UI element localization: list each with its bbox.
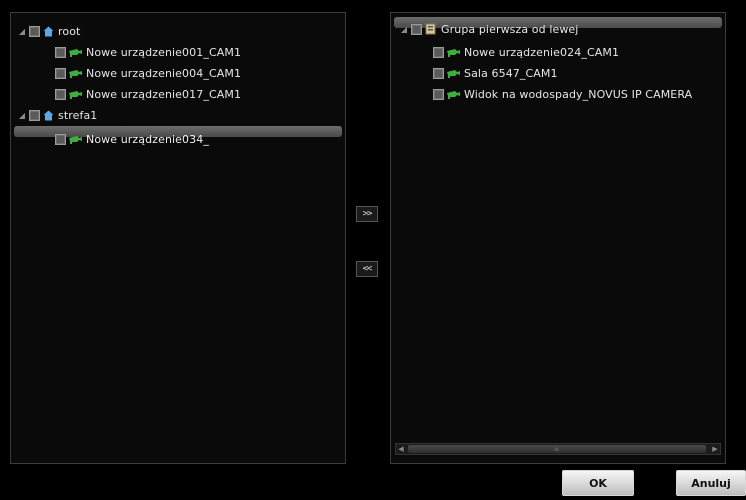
camera-icon [447,48,460,57]
scroll-right-icon[interactable]: ▶ [710,445,720,453]
tree-node-label: root [58,24,81,38]
camera-icon [69,135,82,144]
tree-node-label: Widok na wodospady_NOVUS IP CAMERA [464,87,693,101]
ok-button[interactable]: OK [562,470,634,496]
tree-node-label: Nowe urządzenie001_CAM1 [86,45,242,59]
home-icon [43,110,54,121]
camera-icon [69,69,82,78]
group-icon [425,23,437,35]
checkbox[interactable] [29,109,40,121]
tree-node-label: Nowe urządzenie034_ [86,132,209,146]
checkbox[interactable] [55,46,66,58]
tree-node-camera[interactable]: Widok na wodospady_NOVUS IP CAMERA [433,84,692,104]
tree-node-label: Nowe urządzenie004_CAM1 [86,66,242,80]
tree-node-root[interactable]: ◢ strefa1 [17,105,97,125]
checkbox[interactable] [433,88,444,100]
checkbox[interactable] [55,133,66,145]
tree-node-camera[interactable]: Nowe urządzenie034_ [55,129,209,149]
scroll-grip-icon: ≡ [554,446,560,453]
tree-node-group[interactable]: ◢ Grupa pierwsza od lewej [399,19,578,39]
cancel-button[interactable]: Anuluj [676,470,746,496]
tree-node-camera[interactable]: Sala 6547_CAM1 [433,63,558,83]
tree-node-label: Nowe urządzenie017_CAM1 [86,87,242,101]
camera-icon [447,69,460,78]
tree-node-label: Nowe urządzenie024_CAM1 [464,45,620,59]
tree-node-label: Grupa pierwsza od lewej [441,22,579,36]
camera-icon [447,90,460,99]
checkbox[interactable] [433,67,444,79]
tree-node-camera[interactable]: Nowe urządzenie024_CAM1 [433,42,619,62]
tree-node-camera[interactable]: Nowe urządzenie001_CAM1 [55,42,241,62]
collapse-arrow-icon[interactable]: ◢ [17,110,27,120]
tree-node-label: strefa1 [58,108,98,122]
checkbox[interactable] [55,88,66,100]
scroll-left-icon[interactable]: ◀ [396,445,406,453]
tree-node-camera[interactable]: Nowe urządzenie004_CAM1 [55,63,241,83]
camera-icon [69,48,82,57]
checkbox[interactable] [433,46,444,58]
tree-node-root[interactable]: ◢ root [17,21,80,41]
horizontal-scrollbar[interactable]: ◀ ≡ ▶ [395,443,721,455]
collapse-arrow-icon[interactable]: ◢ [399,24,409,34]
collapse-arrow-icon[interactable]: ◢ [17,26,27,36]
group-devices-tree[interactable]: ◢ Grupa pierwsza od lewej Nowe urządzeni… [390,12,726,464]
tree-node-camera[interactable]: Nowe urządzenie017_CAM1 [55,84,241,104]
camera-icon [69,90,82,99]
add-to-group-button[interactable]: >> [356,206,378,222]
tree-node-label: Sala 6547_CAM1 [464,66,558,80]
checkbox[interactable] [29,25,40,37]
checkbox[interactable] [55,67,66,79]
home-icon [43,26,54,37]
available-devices-tree[interactable]: ◢ root Nowe urządzenie001_CAM1 Nowe urzą… [10,12,346,464]
checkbox[interactable] [411,23,422,35]
remove-from-group-button[interactable]: << [356,261,378,277]
